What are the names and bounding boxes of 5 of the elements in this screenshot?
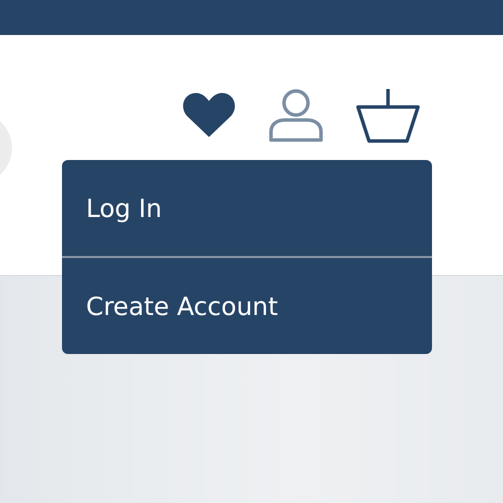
- heart-icon[interactable]: [182, 92, 236, 138]
- user-icon[interactable]: [268, 88, 324, 142]
- menu-item[interactable]: Log In: [62, 160, 432, 256]
- basket-icon[interactable]: [356, 87, 420, 143]
- menu-item[interactable]: Create Account: [62, 258, 432, 354]
